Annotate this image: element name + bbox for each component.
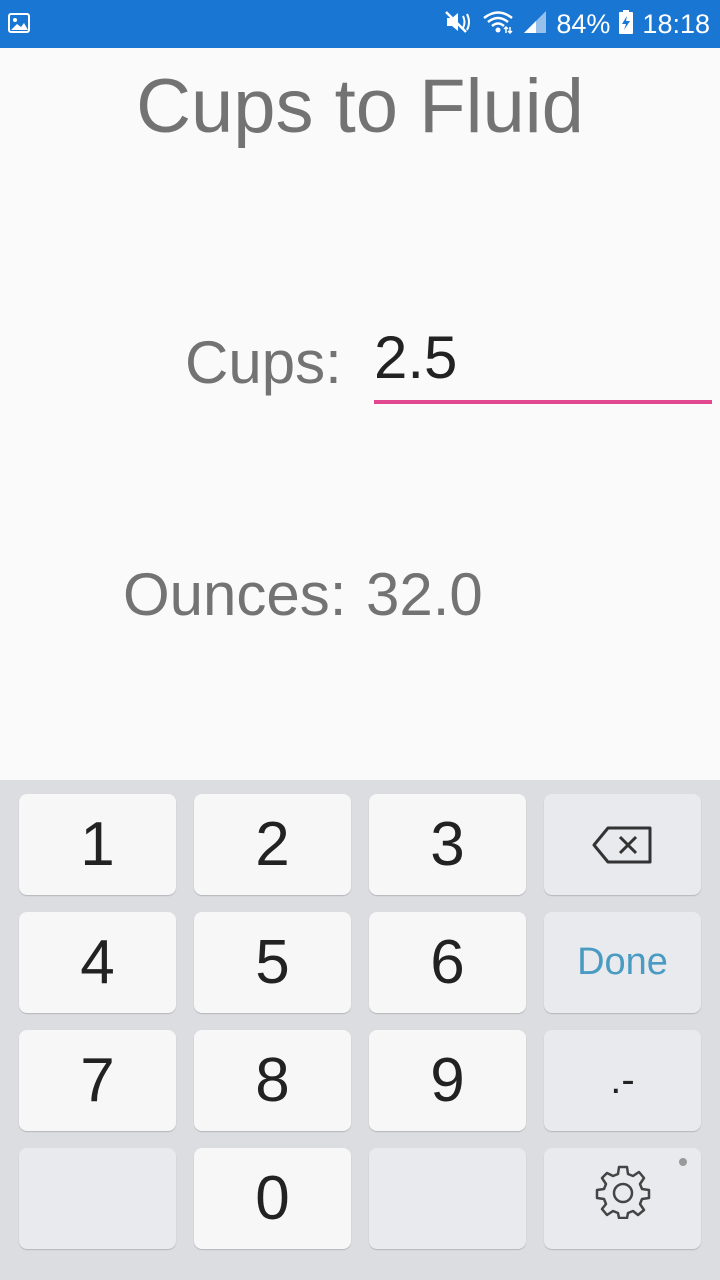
signal-icon (522, 9, 548, 40)
mute-icon (444, 9, 474, 40)
battery-percent: 84% (556, 8, 611, 39)
symbol-key[interactable]: .- (544, 1030, 701, 1131)
numeric-keyboard: 1 2 3 4 5 6 Done 7 8 9 .- 0 (0, 780, 720, 1280)
key-8[interactable]: 8 (194, 1030, 351, 1131)
key-0[interactable]: 0 (194, 1148, 351, 1249)
backspace-key[interactable] (544, 794, 701, 895)
wifi-icon (482, 9, 514, 40)
key-7[interactable]: 7 (19, 1030, 176, 1131)
page-title: Cups to Fluid (136, 64, 584, 149)
cups-input[interactable] (374, 322, 712, 392)
key-1[interactable]: 1 (19, 794, 176, 895)
blank-key-left (19, 1148, 176, 1249)
cups-label: Cups: (185, 329, 342, 396)
ounces-value: 32.0 (366, 561, 483, 628)
settings-icon (595, 1163, 651, 1234)
app-screen: 84% 18:18 Cups to Fluid Cups: Ounces: 32… (0, 0, 720, 1280)
key-4[interactable]: 4 (19, 912, 176, 1013)
ounces-label: Ounces: (123, 561, 347, 628)
done-key[interactable]: Done (544, 912, 701, 1013)
status-bar: 84% 18:18 (0, 0, 720, 48)
settings-key[interactable] (544, 1148, 701, 1249)
key-9[interactable]: 9 (369, 1030, 526, 1131)
key-2[interactable]: 2 (194, 794, 351, 895)
key-3[interactable]: 3 (369, 794, 526, 895)
status-icons: 84% 18:18 (444, 0, 710, 48)
blank-key-right (369, 1148, 526, 1249)
key-6[interactable]: 6 (369, 912, 526, 1013)
indicator-dot (679, 1158, 687, 1166)
cups-input-underline (374, 400, 712, 404)
battery-charging-icon (618, 9, 634, 40)
key-5[interactable]: 5 (194, 912, 351, 1013)
gallery-icon (8, 12, 30, 34)
backspace-icon (592, 809, 654, 880)
status-time: 18:18 (642, 8, 710, 39)
